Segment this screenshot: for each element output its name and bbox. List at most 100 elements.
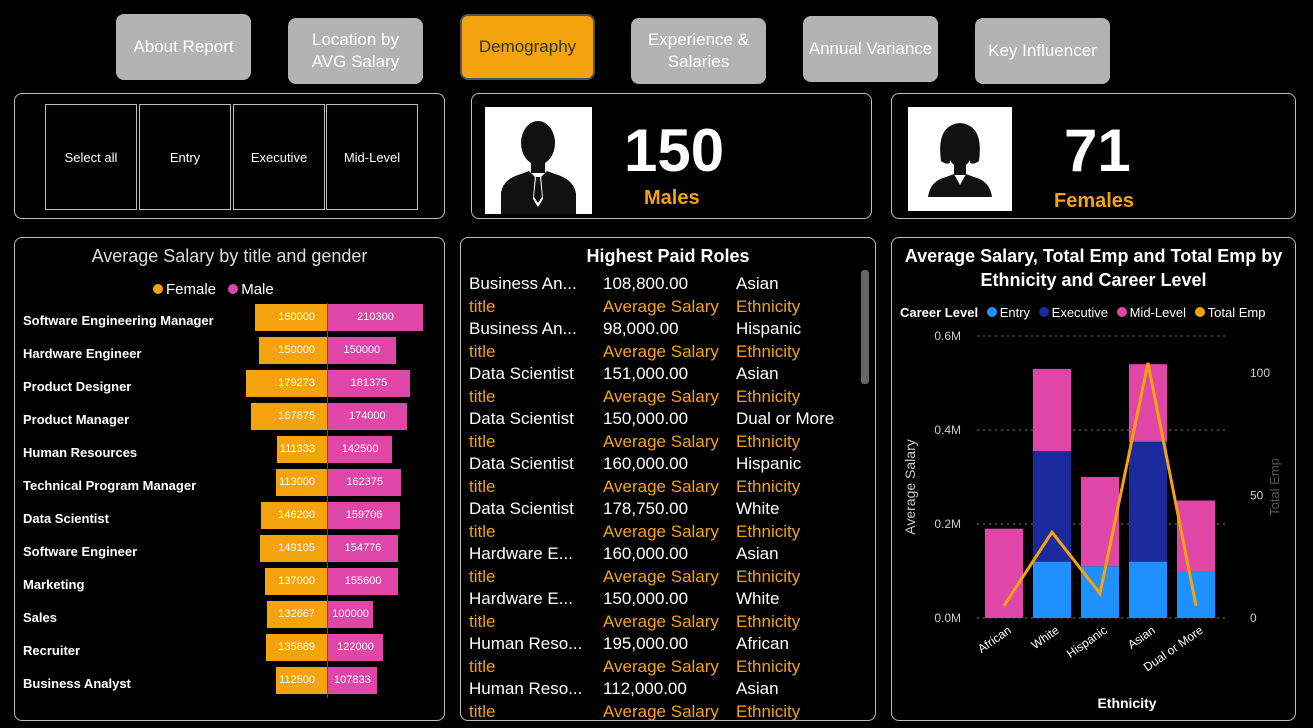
female-salary-bar[interactable]: 132667 xyxy=(267,601,327,628)
row-salary-label: Average Salary xyxy=(603,342,719,361)
table-row[interactable]: Business An... 108,800.00 Asian title Averag… xyxy=(469,274,859,319)
male-salary-bar[interactable]: 150000 xyxy=(328,337,396,364)
male-salary-bar[interactable]: 107833 xyxy=(328,667,377,694)
row-title-label: title xyxy=(469,702,496,721)
y2-tick-label: 50 xyxy=(1250,488,1264,502)
table-row[interactable]: Hardware E... 150,000.00 White title Average… xyxy=(469,589,859,634)
row-title-value: Human Reso... xyxy=(469,634,583,653)
male-salary-bar[interactable]: 174000 xyxy=(328,403,407,430)
row-ethnicity-value: Asian xyxy=(736,274,779,293)
male-salary-bar[interactable]: 181375 xyxy=(328,370,410,397)
legend-female-marker xyxy=(153,284,163,294)
executive-bar[interactable] xyxy=(1129,441,1167,562)
male-salary-bar[interactable]: 154776 xyxy=(328,535,398,562)
x-tick-label: Hispanic xyxy=(1064,623,1110,661)
male-salary-bar[interactable]: 159706 xyxy=(328,502,401,529)
salary-row: Product Designer 179273 181375 xyxy=(15,370,444,403)
row-salary-label: Average Salary xyxy=(603,297,719,316)
row-salary-value: 150,000.00 xyxy=(603,409,689,428)
salary-row-title: Recruiter xyxy=(23,643,81,658)
mid-level-bar[interactable] xyxy=(1033,368,1071,452)
salary-row: Marketing 137000 155600 xyxy=(15,568,444,601)
row-title-value: Hardware E... xyxy=(469,589,573,608)
table-row[interactable]: Hardware E... 160,000.00 Asian title Average… xyxy=(469,544,859,589)
female-salary-bar[interactable]: 150000 xyxy=(259,337,327,364)
table-scrollbar[interactable] xyxy=(861,270,869,384)
entry-bar[interactable] xyxy=(1177,571,1215,618)
row-title-value: Data Scientist xyxy=(469,409,574,428)
row-title-label: title xyxy=(469,657,496,676)
slicer-item-select-all[interactable]: Select all xyxy=(45,104,137,210)
table-row[interactable]: Data Scientist 151,000.00 Asian title Averag… xyxy=(469,364,859,409)
career-level-slicer: Select all Entry Executive Mid-Level xyxy=(14,93,445,219)
male-salary-bar[interactable]: 122000 xyxy=(328,634,384,661)
table-row[interactable]: Business An... 98,000.00 Hispanic title Aver… xyxy=(469,319,859,364)
row-title-label: title xyxy=(469,387,496,406)
table-row[interactable]: Human Reso... 195,000.00 African title Avera… xyxy=(469,634,859,679)
males-count: 150 xyxy=(624,117,725,184)
legend-male-marker xyxy=(228,284,239,294)
nav-demography-button[interactable]: Demography xyxy=(460,14,595,80)
female-salary-bar[interactable]: 111333 xyxy=(276,436,327,463)
salary-row: Software Engineering Manager 160000 210300 xyxy=(15,304,444,337)
female-salary-bar[interactable]: 160000 xyxy=(254,304,327,331)
x-axis-label: Ethnicity xyxy=(1097,695,1156,711)
row-title-value: Human Reso... xyxy=(469,679,583,698)
nav-experience-button[interactable]: Experience & Salaries xyxy=(631,18,766,84)
female-salary-bar[interactable]: 137000 xyxy=(265,568,327,595)
nav-about-report-button[interactable]: About Report xyxy=(116,14,251,80)
male-salary-bar[interactable]: 210300 xyxy=(328,304,423,331)
nav-location-button[interactable]: Location by AVG Salary xyxy=(288,18,423,84)
females-label: Females xyxy=(1054,190,1135,212)
slicer-item-mid-level[interactable]: Mid-Level xyxy=(326,104,418,210)
male-salary-bar[interactable]: 155600 xyxy=(328,568,399,595)
male-salary-bar[interactable]: 162375 xyxy=(328,469,402,496)
nav-annual-variance-button[interactable]: Annual Variance xyxy=(803,16,938,82)
row-ethnicity-label: Ethnicity xyxy=(736,297,801,316)
entry-bar[interactable] xyxy=(1129,561,1167,618)
females-kpi-card: 71 Females xyxy=(891,93,1296,219)
row-ethnicity-value: Hispanic xyxy=(736,319,802,338)
row-ethnicity-value: Hispanic xyxy=(736,454,802,473)
row-salary-label: Average Salary xyxy=(603,522,719,541)
female-salary-bar[interactable]: 113000 xyxy=(275,469,327,496)
female-salary-bar[interactable]: 112500 xyxy=(276,667,327,694)
slicer-item-entry[interactable]: Entry xyxy=(139,104,231,210)
y-axis-label: Average Salary xyxy=(902,439,918,534)
table-row[interactable]: Human Reso... 112,000.00 Asian title Average… xyxy=(469,679,859,721)
mid-level-bar[interactable] xyxy=(1081,477,1119,567)
entry-bar[interactable] xyxy=(1033,561,1071,618)
chart-title: Average Salary by title and gender xyxy=(91,246,368,266)
row-ethnicity-label: Ethnicity xyxy=(736,477,801,496)
row-title-label: title xyxy=(469,297,496,316)
row-ethnicity-value: Asian xyxy=(736,364,779,383)
salary-row: Technical Program Manager 113000 162375 xyxy=(15,469,444,502)
slicer-item-executive[interactable]: Executive xyxy=(233,104,325,210)
female-salary-bar[interactable]: 135889 xyxy=(265,634,327,661)
y-tick-label: 0.0M xyxy=(934,611,961,625)
executive-bar[interactable] xyxy=(1033,451,1071,562)
table-row[interactable]: Data Scientist 178,750.00 White title Averag… xyxy=(469,499,859,544)
row-salary-value: 160,000.00 xyxy=(603,544,689,563)
table-row[interactable]: Data Scientist 160,000.00 Hispanic title Ave… xyxy=(469,454,859,499)
y-tick-label: 0.6M xyxy=(934,329,961,343)
x-tick-label: African xyxy=(975,623,1014,656)
ethnicity-career-chart: Average Salary, Total Emp and Total Emp … xyxy=(891,237,1296,721)
row-salary-value: 98,000.00 xyxy=(603,319,679,338)
table-row[interactable]: Data Scientist 150,000.00 Dual or More titl… xyxy=(469,409,859,454)
females-count: 71 xyxy=(1064,117,1131,184)
female-salary-bar[interactable]: 179273 xyxy=(246,370,327,397)
female-salary-bar[interactable]: 146200 xyxy=(260,502,327,529)
female-avatar xyxy=(908,107,1012,211)
salary-row-title: Hardware Engineer xyxy=(23,346,142,361)
row-salary-value: 150,000.00 xyxy=(603,589,689,608)
nav-key-influencer-button[interactable]: Key Influencer xyxy=(975,18,1110,84)
female-salary-bar[interactable]: 167875 xyxy=(251,403,327,430)
male-salary-bar[interactable]: 142500 xyxy=(328,436,393,463)
female-salary-bar[interactable]: 149105 xyxy=(259,535,327,562)
males-label: Males xyxy=(644,187,700,209)
row-salary-value: 195,000.00 xyxy=(603,634,689,653)
male-salary-bar[interactable]: 100000 xyxy=(328,601,374,628)
salary-row-title: Software Engineer xyxy=(23,544,138,559)
salary-row-title: Software Engineering Manager xyxy=(23,313,214,328)
